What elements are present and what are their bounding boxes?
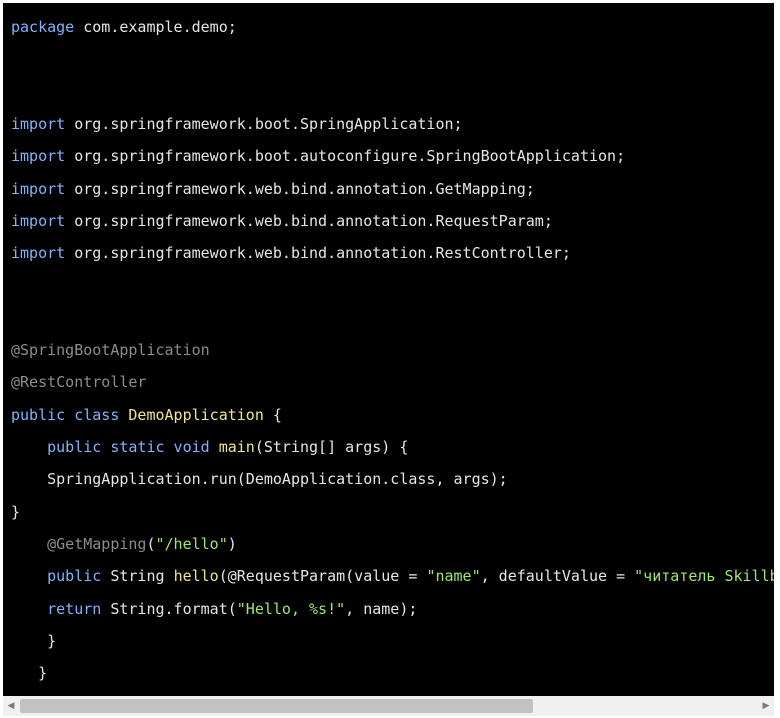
code-line-annotation: @SpringBootApplication [11,338,210,362]
method-name: main [218,438,255,456]
code-text: org.springframework.web.bind.annotation.… [65,212,553,230]
keyword: import [11,115,66,133]
keyword: package [11,18,75,36]
horizontal-scrollbar[interactable]: ◀ ▶ [3,696,774,716]
code-text: SpringApplication.run(DemoApplication.cl… [47,470,508,488]
code-text: } [11,503,21,521]
code-text: String [101,567,174,585]
code-line-import: import org.springframework.web.bind.anno… [11,241,571,265]
keyword: public static void [47,438,210,456]
code-text: com.example.demo; [74,18,237,36]
scroll-left-arrow-icon[interactable]: ◀ [3,696,19,716]
code-text: String.format( [101,600,237,618]
code-text: org.springframework.web.bind.annotation.… [65,244,571,262]
code-line-hello-method: public String hello(@RequestParam(value … [11,564,774,588]
code-viewport[interactable]: package com.example.demo; import org.spr… [3,3,774,696]
code-text: } [47,632,57,650]
code-text: ) [227,535,237,553]
code-text: (String[] args) { [254,438,409,456]
code-text: , defaultValue = [480,567,635,585]
code-text: } [38,664,48,682]
code-line-package: package com.example.demo; [11,15,237,39]
keyword: import [11,180,66,198]
code-line-closing-brace: } [11,629,56,653]
code-text: org.springframework.boot.autoconfigure.S… [65,147,626,165]
code-text: org.springframework.web.bind.annotation.… [65,180,535,198]
code-line-import: import org.springframework.web.bind.anno… [11,177,535,201]
annotation: @RestController [11,373,147,391]
code-text: ( [146,535,156,553]
keyword: import [11,212,66,230]
code-line-annotation: @RestController [11,370,146,394]
string-literal: "Hello, %s!" [236,600,346,618]
code-line-return: return String.format("Hello, %s!", name)… [11,597,417,621]
code-block: package com.example.demo; import org.spr… [3,3,774,716]
code-line-closing-brace: } [11,661,47,685]
code-line-run-call: SpringApplication.run(DemoApplication.cl… [11,467,508,491]
annotation: @SpringBootApplication [11,341,210,359]
code-text: , name); [345,600,418,618]
code-text: { [263,406,282,424]
code-line-import: import org.springframework.web.bind.anno… [11,209,553,233]
scrollbar-thumb[interactable] [20,699,533,713]
string-literal: "читатель Skillbox Media" [634,567,774,585]
string-literal: "/hello" [155,535,228,553]
string-literal: "name" [426,567,481,585]
scroll-right-arrow-icon[interactable]: ▶ [758,696,774,716]
keyword: public class [11,406,120,424]
code-text: org.springframework.boot.SpringApplicati… [65,115,463,133]
keyword: import [11,147,66,165]
class-name: DemoApplication [128,406,264,424]
code-line-closing-brace: } [11,500,20,524]
code-line-get-mapping: @GetMapping("/hello") [11,532,237,556]
code-line-class-declaration: public class DemoApplication { [11,403,282,427]
code-line-main-method: public static void main(String[] args) { [11,435,408,459]
method-name: hello [173,567,219,585]
annotation: @GetMapping [47,535,147,553]
keyword: public [47,567,102,585]
keyword: return [47,600,102,618]
code-line-import: import org.springframework.boot.autoconf… [11,144,625,168]
keyword: import [11,244,66,262]
code-text: (@RequestParam(value = [218,567,427,585]
code-line-import: import org.springframework.boot.SpringAp… [11,112,463,136]
